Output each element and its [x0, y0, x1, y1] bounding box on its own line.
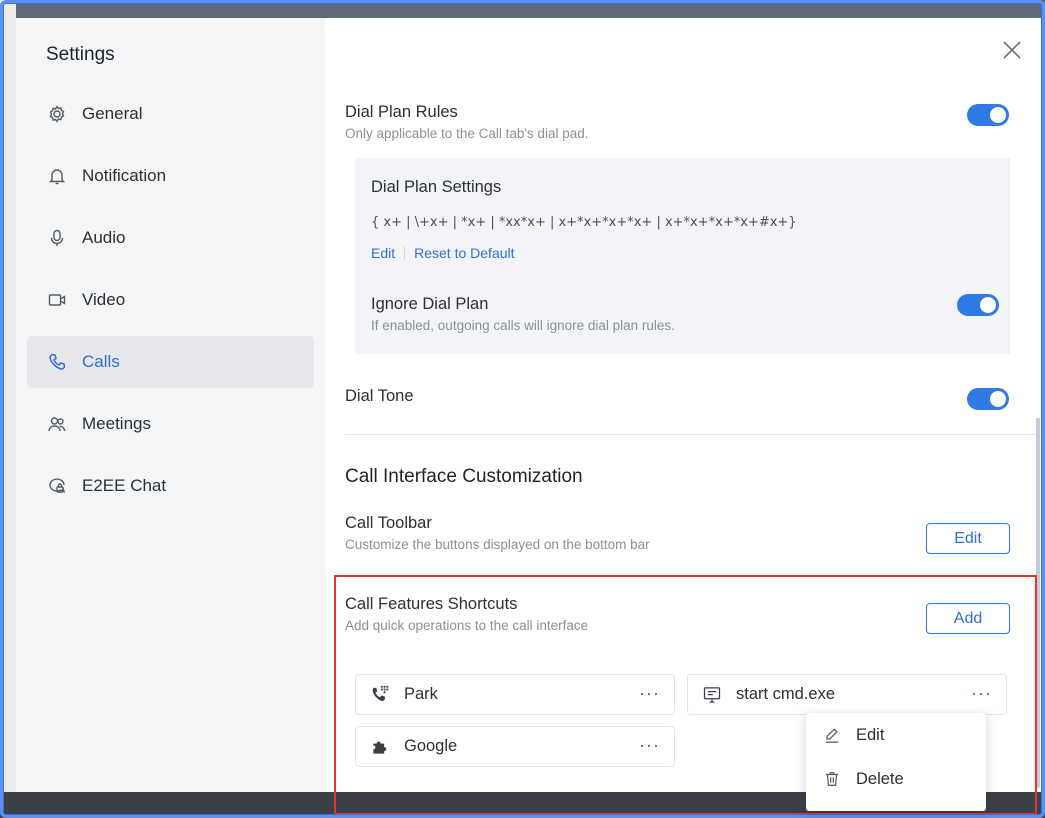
- phone-icon: [46, 351, 68, 373]
- dial-plan-reset-link[interactable]: Reset to Default: [414, 245, 514, 261]
- sidebar-item-label: Audio: [82, 228, 126, 247]
- background-window: [0, 0, 16, 818]
- secure-chat-icon: [46, 475, 68, 497]
- menu-item-delete[interactable]: Delete: [806, 757, 986, 801]
- menu-item-label: Delete: [856, 769, 904, 788]
- pencil-icon: [822, 725, 842, 745]
- dial-plan-rules-toggle[interactable]: [967, 104, 1009, 126]
- sidebar-item-general[interactable]: General: [27, 88, 314, 140]
- more-options-button[interactable]: ···: [971, 684, 992, 702]
- sidebar-item-video[interactable]: Video: [27, 274, 314, 326]
- shortcut-card-google[interactable]: Google ···: [355, 726, 675, 767]
- more-options-button[interactable]: ···: [639, 736, 660, 754]
- sidebar-item-label: General: [82, 104, 143, 123]
- dial-plan-actions: Edit Reset to Default: [371, 245, 515, 261]
- sidebar-item-audio[interactable]: Audio: [27, 212, 314, 264]
- ignore-dial-plan-description: If enabled, outgoing calls will ignore d…: [371, 318, 675, 333]
- link-divider: [404, 246, 406, 260]
- section-divider: [345, 434, 1040, 435]
- dial-plan-rules-description: Only applicable to the Call tab's dial p…: [345, 126, 589, 141]
- ignore-dial-plan-row: Ignore Dial Plan If enabled, outgoing ca…: [371, 295, 675, 333]
- call-shortcuts-row: Call Features Shortcuts Add quick operat…: [345, 595, 588, 633]
- close-button[interactable]: [1000, 38, 1024, 62]
- sidebar-item-calls[interactable]: Calls: [27, 336, 314, 388]
- video-camera-icon: [46, 289, 68, 311]
- customization-title: Call Interface Customization: [345, 466, 583, 487]
- dial-plan-settings-label: Dial Plan Settings: [371, 178, 502, 196]
- settings-sidebar: Settings General Notification Audio Vide…: [16, 18, 325, 792]
- shortcut-label: Park: [404, 685, 438, 703]
- more-options-button[interactable]: ···: [639, 684, 660, 702]
- call-toolbar-label: Call Toolbar: [345, 514, 432, 532]
- dial-plan-edit-link[interactable]: Edit: [371, 245, 395, 261]
- trash-icon: [822, 769, 842, 789]
- dial-tone-label: Dial Tone: [345, 387, 414, 405]
- menu-item-edit[interactable]: Edit: [806, 713, 986, 757]
- microphone-icon: [46, 227, 68, 249]
- shortcut-label: start cmd.exe: [736, 685, 836, 703]
- call-toolbar-edit-button[interactable]: Edit: [926, 523, 1010, 554]
- menu-item-label: Edit: [856, 725, 885, 744]
- shortcut-card-start-cmd[interactable]: start cmd.exe ···: [687, 674, 1007, 715]
- sidebar-item-label: Video: [82, 290, 126, 309]
- settings-nav: General Notification Audio Video Calls M…: [16, 88, 325, 512]
- settings-main: Dial Plan Rules Only applicable to the C…: [325, 18, 1042, 792]
- scrollbar[interactable]: [1036, 418, 1040, 788]
- settings-dialog: Settings General Notification Audio Vide…: [16, 18, 1042, 792]
- dial-plan-rules-row: Dial Plan Rules Only applicable to the C…: [345, 103, 588, 141]
- call-shortcuts-description: Add quick operations to the call interfa…: [345, 618, 589, 633]
- shortcut-label: Google: [404, 737, 458, 755]
- sidebar-item-label: Calls: [82, 352, 120, 371]
- dial-plan-panel: Dial Plan Settings { x+ | \+x+ | *x+ | *…: [355, 158, 1010, 354]
- phone-keypad-icon: [368, 683, 392, 707]
- ignore-dial-plan-label: Ignore Dial Plan: [371, 295, 489, 313]
- dial-plan-value: { x+ | \+x+ | *x+ | *xx*x+ | x+*x+*x+*x+…: [371, 215, 797, 230]
- call-toolbar-description: Customize the buttons displayed on the b…: [345, 537, 650, 552]
- monitor-icon: [700, 683, 724, 707]
- sidebar-item-e2ee-chat[interactable]: E2EE Chat: [27, 460, 314, 512]
- sidebar-item-label: E2EE Chat: [82, 476, 167, 495]
- call-shortcuts-add-button[interactable]: Add: [926, 603, 1010, 634]
- dial-plan-rules-label: Dial Plan Rules: [345, 103, 458, 121]
- dial-tone-toggle[interactable]: [967, 388, 1009, 410]
- sidebar-item-label: Notification: [82, 166, 167, 185]
- gear-icon: [46, 103, 68, 125]
- sidebar-item-label: Meetings: [82, 414, 151, 433]
- people-icon: [46, 413, 68, 435]
- shortcut-card-park[interactable]: Park ···: [355, 674, 675, 715]
- bell-icon: [46, 165, 68, 187]
- puzzle-icon: [368, 735, 392, 759]
- shortcut-context-menu: Edit Delete: [806, 713, 986, 811]
- call-toolbar-row: Call Toolbar Customize the buttons displ…: [345, 514, 650, 552]
- close-icon: [1003, 41, 1021, 59]
- sidebar-item-meetings[interactable]: Meetings: [27, 398, 314, 450]
- sidebar-item-notification[interactable]: Notification: [27, 150, 314, 202]
- ignore-dial-plan-toggle[interactable]: [957, 294, 999, 316]
- call-shortcuts-label: Call Features Shortcuts: [345, 595, 518, 613]
- sidebar-title: Settings: [46, 44, 115, 65]
